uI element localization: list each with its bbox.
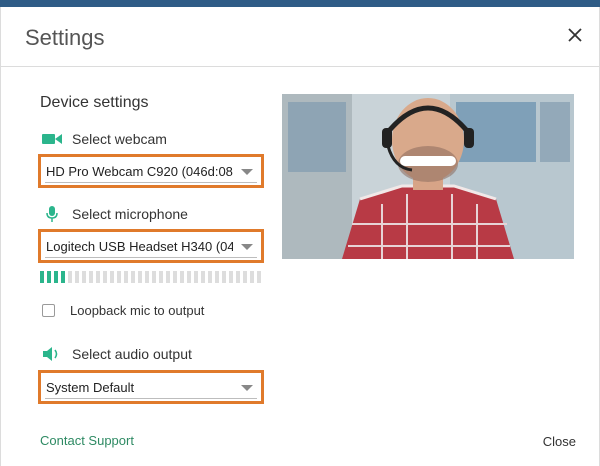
mic-level-meter [40,271,261,283]
close-icon[interactable] [565,25,585,45]
audio-output-label: Select audio output [72,346,192,362]
level-meter-segment [75,271,79,283]
level-meter-segment [236,271,240,283]
webcam-preview [282,94,574,259]
level-meter-segment [222,271,226,283]
level-meter-segment [40,271,44,283]
webcam-label-row: Select webcam [40,131,167,147]
video-camera-icon [40,131,64,147]
webcam-select[interactable]: HD Pro Webcam C920 (046d:082 [38,154,264,188]
close-button[interactable]: Close [543,434,576,449]
microphone-label: Select microphone [72,206,188,222]
chevron-down-icon [241,385,253,391]
level-meter-segment [180,271,184,283]
webcam-label: Select webcam [72,131,167,147]
loopback-label[interactable]: Loopback mic to output [70,303,204,318]
level-meter-segment [208,271,212,283]
device-settings-heading: Device settings [40,94,149,111]
level-meter-segment [243,271,247,283]
settings-dialog: Settings Device settings Select webcam H… [0,0,600,466]
audio-output-select[interactable]: System Default [38,370,264,404]
level-meter-segment [110,271,114,283]
select-underline [45,182,257,183]
level-meter-segment [96,271,100,283]
level-meter-segment [124,271,128,283]
microphone-icon [40,206,64,222]
level-meter-segment [47,271,51,283]
microphone-select-value: Logitech USB Headset H340 (04 [46,239,233,254]
level-meter-segment [194,271,198,283]
select-underline [45,257,257,258]
level-meter-segment [61,271,65,283]
level-meter-segment [159,271,163,283]
level-meter-segment [257,271,261,283]
select-underline [45,398,257,399]
level-meter-segment [215,271,219,283]
level-meter-segment [138,271,142,283]
microphone-label-row: Select microphone [40,206,188,222]
level-meter-segment [250,271,254,283]
loopback-checkbox[interactable] [42,304,55,317]
level-meter-segment [131,271,135,283]
audio-output-label-row: Select audio output [40,346,192,362]
speaker-icon [40,346,64,362]
level-meter-segment [89,271,93,283]
level-meter-segment [173,271,177,283]
level-meter-segment [82,271,86,283]
dialog-title: Settings [25,25,105,50]
level-meter-segment [145,271,149,283]
level-meter-segment [166,271,170,283]
chevron-down-icon [241,169,253,175]
level-meter-segment [54,271,58,283]
contact-support-link[interactable]: Contact Support [40,433,134,448]
chevron-down-icon [241,244,253,250]
webcam-select-value: HD Pro Webcam C920 (046d:082 [46,164,233,179]
level-meter-segment [152,271,156,283]
level-meter-segment [68,271,72,283]
top-accent-bar [0,0,600,7]
level-meter-segment [103,271,107,283]
level-meter-segment [187,271,191,283]
level-meter-segment [201,271,205,283]
dialog-header: Settings [0,7,600,67]
microphone-select[interactable]: Logitech USB Headset H340 (04 [38,229,264,263]
audio-output-select-value: System Default [46,380,135,395]
level-meter-segment [229,271,233,283]
level-meter-segment [117,271,121,283]
